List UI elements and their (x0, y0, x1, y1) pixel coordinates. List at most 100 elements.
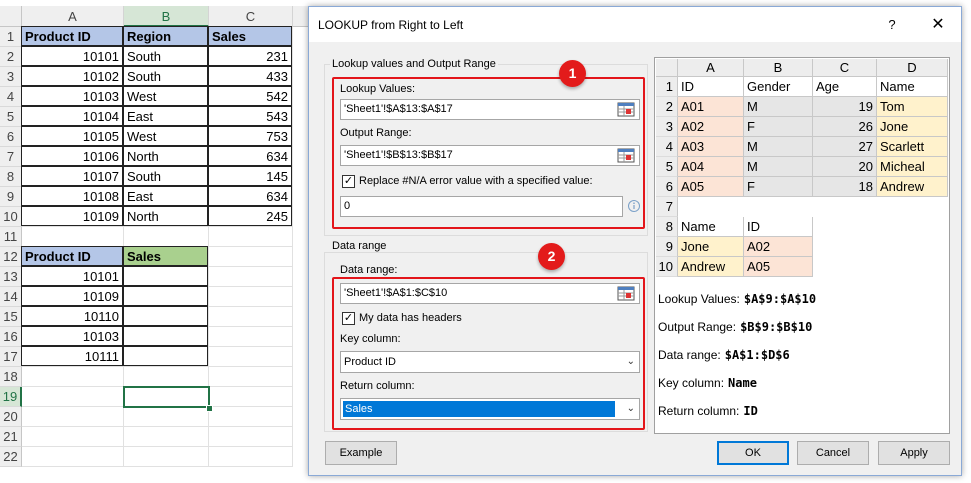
grid-cell[interactable] (209, 387, 293, 407)
grid-cell[interactable] (209, 247, 293, 267)
column-header-a[interactable]: A (22, 6, 124, 27)
grid-cell[interactable] (22, 227, 124, 247)
column-header-b[interactable]: B (124, 6, 209, 27)
grid-cell[interactable] (22, 387, 124, 407)
table-header-cell[interactable]: Sales (123, 246, 208, 266)
grid-cell[interactable] (124, 447, 209, 467)
table-cell[interactable]: 10109 (21, 206, 123, 226)
apply-button[interactable]: Apply (878, 441, 950, 465)
row-header[interactable]: 15 (0, 307, 22, 327)
grid-cell[interactable] (209, 427, 293, 447)
row-header[interactable]: 3 (0, 67, 22, 87)
table-cell[interactable]: 10103 (21, 326, 123, 346)
row-header[interactable]: 2 (0, 47, 22, 67)
grid-cell[interactable] (124, 427, 209, 447)
table-cell[interactable]: East (123, 186, 208, 206)
column-header-d[interactable] (293, 6, 308, 27)
cancel-button[interactable]: Cancel (797, 441, 869, 465)
grid-cell[interactable] (22, 367, 124, 387)
grid-cell[interactable] (22, 447, 124, 467)
row-header[interactable]: 4 (0, 87, 22, 107)
table-cell[interactable] (123, 306, 208, 326)
table-cell[interactable]: 10110 (21, 306, 123, 326)
row-header[interactable]: 7 (0, 147, 22, 167)
table-cell[interactable]: 634 (208, 186, 292, 206)
dialog-titlebar[interactable]: LOOKUP from Right to Left ? ✕ (309, 7, 961, 42)
row-header[interactable]: 8 (0, 167, 22, 187)
grid-cell[interactable] (22, 427, 124, 447)
range-select-icon[interactable] (615, 100, 637, 119)
replace-na-checkbox[interactable]: ✓ (342, 175, 355, 188)
lookup-values-input[interactable]: 'Sheet1'!$A$13:$A$17 (340, 99, 640, 120)
row-header[interactable]: 9 (0, 187, 22, 207)
row-header[interactable]: 5 (0, 107, 22, 127)
grid-cell[interactable] (209, 447, 293, 467)
table-cell[interactable]: 145 (208, 166, 292, 186)
range-select-icon[interactable] (615, 146, 637, 165)
table-cell[interactable]: 10104 (21, 106, 123, 126)
table-cell[interactable]: North (123, 206, 208, 226)
table-cell[interactable]: 542 (208, 86, 292, 106)
table-cell[interactable]: 10102 (21, 66, 123, 86)
table-cell[interactable]: 10108 (21, 186, 123, 206)
row-header[interactable]: 14 (0, 287, 22, 307)
table-cell[interactable]: 10101 (21, 46, 123, 66)
table-cell[interactable]: 245 (208, 206, 292, 226)
table-cell[interactable]: 10106 (21, 146, 123, 166)
range-select-icon[interactable] (615, 284, 637, 303)
row-header[interactable]: 13 (0, 267, 22, 287)
table-cell[interactable]: West (123, 126, 208, 146)
table-cell[interactable]: 10101 (21, 266, 123, 286)
row-header[interactable]: 16 (0, 327, 22, 347)
table-cell[interactable] (123, 286, 208, 306)
has-headers-checkbox[interactable]: ✓ (342, 312, 355, 325)
table-cell[interactable]: 231 (208, 46, 292, 66)
output-range-input[interactable]: 'Sheet1'!$B$13:$B$17 (340, 145, 640, 166)
table-cell[interactable]: 10105 (21, 126, 123, 146)
table-cell[interactable]: 753 (208, 126, 292, 146)
table-cell[interactable]: 543 (208, 106, 292, 126)
table-cell[interactable]: 10103 (21, 86, 123, 106)
column-header-c[interactable]: C (209, 6, 293, 27)
table-cell[interactable]: South (123, 66, 208, 86)
row-header[interactable]: 10 (0, 207, 22, 227)
ok-button[interactable]: OK (717, 441, 789, 465)
table-header-cell[interactable]: Sales (208, 26, 292, 46)
row-header[interactable]: 6 (0, 127, 22, 147)
row-header[interactable]: 21 (0, 427, 22, 447)
grid-cell[interactable] (209, 367, 293, 387)
table-cell[interactable]: 10107 (21, 166, 123, 186)
return-column-select[interactable]: Sales ⌄ (340, 398, 640, 420)
table-cell[interactable] (123, 266, 208, 286)
table-cell[interactable] (123, 326, 208, 346)
table-cell[interactable]: 433 (208, 66, 292, 86)
help-button[interactable]: ? (881, 14, 903, 36)
grid-cell[interactable] (124, 407, 209, 427)
example-button[interactable]: Example (325, 441, 397, 465)
replace-value-input[interactable]: 0 (340, 196, 623, 217)
table-cell[interactable]: South (123, 46, 208, 66)
fill-handle[interactable] (206, 405, 213, 412)
table-cell[interactable]: South (123, 166, 208, 186)
table-cell[interactable]: 634 (208, 146, 292, 166)
grid-cell[interactable] (209, 307, 293, 327)
row-header[interactable]: 1 (0, 27, 22, 47)
table-cell[interactable]: 10111 (21, 346, 123, 366)
table-header-cell[interactable]: Region (123, 26, 208, 46)
table-cell[interactable]: West (123, 86, 208, 106)
grid-cell[interactable] (209, 227, 293, 247)
row-header[interactable]: 11 (0, 227, 22, 247)
grid-cell[interactable] (22, 407, 124, 427)
table-header-cell[interactable]: Product ID (21, 26, 123, 46)
grid-cell[interactable] (209, 407, 293, 427)
table-header-cell[interactable]: Product ID (21, 246, 123, 266)
key-column-select[interactable]: Product ID ⌄ (340, 351, 640, 373)
select-all-corner[interactable] (0, 6, 22, 27)
grid-cell[interactable] (209, 287, 293, 307)
table-cell[interactable]: North (123, 146, 208, 166)
active-cell[interactable] (123, 386, 210, 408)
table-cell[interactable] (123, 346, 208, 366)
data-range-input[interactable]: 'Sheet1'!$A$1:$C$10 (340, 283, 640, 304)
grid-cell[interactable] (209, 347, 293, 367)
row-header[interactable]: 17 (0, 347, 22, 367)
